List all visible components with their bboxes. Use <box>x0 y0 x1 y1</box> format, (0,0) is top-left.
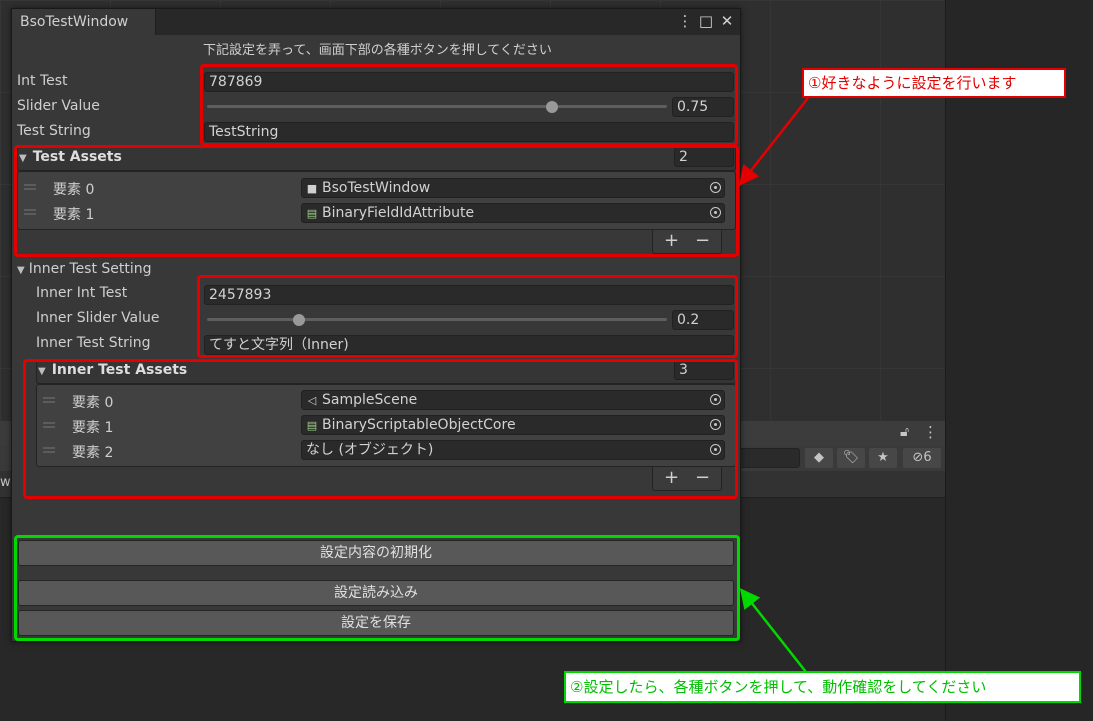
close-icon[interactable]: ✕ <box>718 11 736 31</box>
highlight-box-inner-settings <box>197 275 738 358</box>
partial-label: w <box>0 475 11 490</box>
foldout-arrow-icon: ▼ <box>17 265 25 276</box>
label-tag-icon[interactable]: 🏷︎ <box>837 448 865 468</box>
step1-callout: ①好きなように設定を行います <box>802 68 1066 98</box>
window-tab[interactable]: BsoTestWindow <box>12 9 156 35</box>
slider-value-label: Slider Value <box>17 98 100 114</box>
kebab-menu-icon[interactable]: ⋮ <box>676 11 694 31</box>
highlight-box-test-assets <box>14 145 739 257</box>
kebab-menu-icon[interactable]: ⋮ <box>923 423 938 441</box>
inner-int-label: Inner Int Test <box>36 285 128 301</box>
favorite-star-icon[interactable]: ★ <box>869 448 897 468</box>
inner-string-label: Inner Test String <box>36 335 151 351</box>
type-filter-icon[interactable]: ◆ <box>805 448 833 468</box>
window-titlebar: BsoTestWindow ⋮ □ ✕ <box>12 9 740 35</box>
lock-icon[interactable]: 🔓︎ <box>900 424 909 440</box>
int-test-label: Int Test <box>17 73 68 89</box>
hidden-count: 6 <box>923 450 932 465</box>
step2-callout: ②設定したら、各種ボタンを押して、動作確認をしてください <box>564 671 1081 703</box>
inner-setting-foldout[interactable]: ▼ Inner Test Setting <box>17 261 152 277</box>
highlight-box-settings <box>200 64 738 146</box>
inner-slider-label: Inner Slider Value <box>36 310 160 326</box>
inner-setting-title: Inner Test Setting <box>28 261 152 277</box>
maximize-icon[interactable]: □ <box>697 11 715 31</box>
right-panel <box>945 0 1093 721</box>
highlight-box-buttons <box>14 535 740 641</box>
highlight-box-inner-assets <box>23 359 738 499</box>
search-input[interactable] <box>738 448 800 468</box>
instruction-text: 下記設定を弄って、画面下部の各種ボタンを押してください <box>203 43 552 58</box>
hidden-count-eye-icon[interactable]: ⊘6 <box>903 448 941 468</box>
test-string-label: Test String <box>17 123 91 139</box>
